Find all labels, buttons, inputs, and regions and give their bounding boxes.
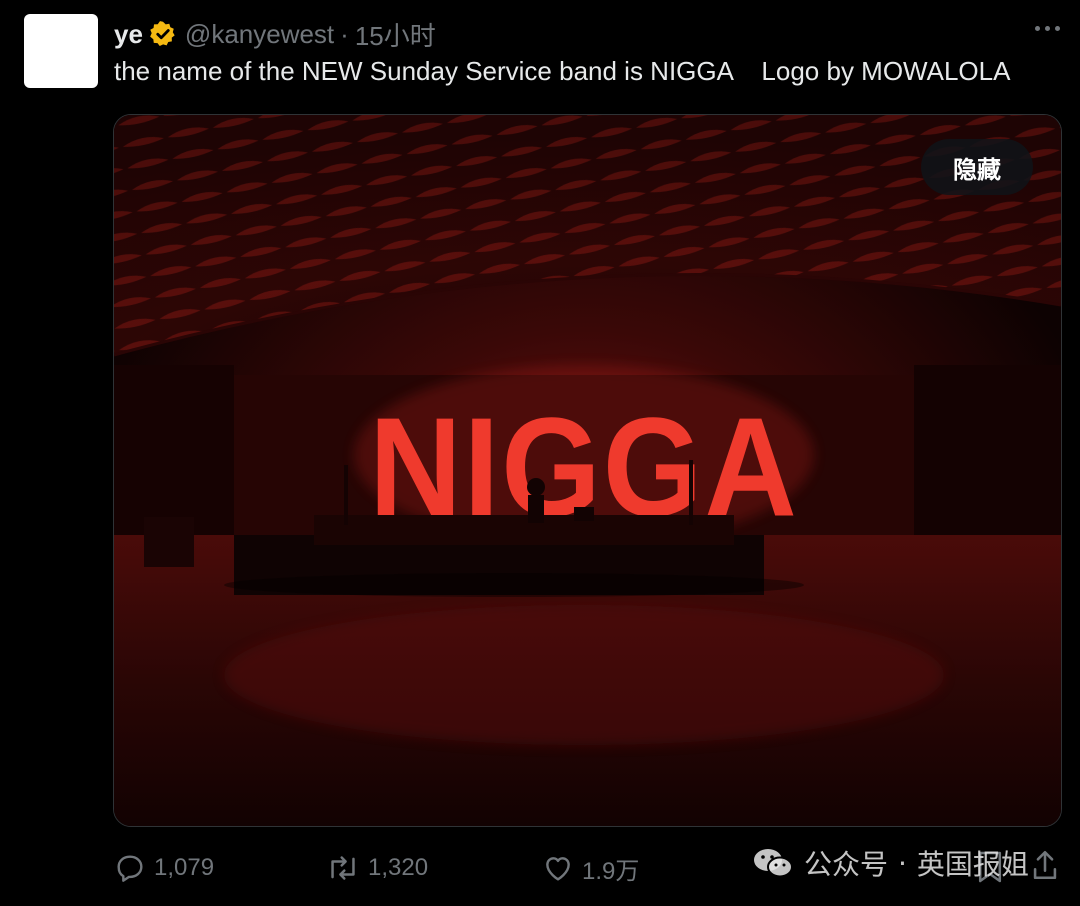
header-separator: · xyxy=(340,18,349,49)
tweet-timestamp[interactable]: 15小时 xyxy=(355,16,436,53)
watermark-separator: · xyxy=(898,846,907,880)
author-handle[interactable]: @kanyewest xyxy=(185,19,334,50)
watermark-account: 英国报姐 xyxy=(916,848,1029,881)
retweet-icon xyxy=(331,856,355,880)
like-count: 1.9万 xyxy=(582,857,640,885)
author-name[interactable]: ye xyxy=(114,19,143,50)
share-icon[interactable] xyxy=(1030,848,1060,887)
heart-icon xyxy=(546,857,570,881)
retweet-count: 1,320 xyxy=(368,854,429,881)
retweet-button[interactable]: 1,320 xyxy=(326,846,428,890)
reply-button[interactable]: 1,079 xyxy=(114,846,214,890)
reply-count: 1,079 xyxy=(154,854,215,881)
wechat-watermark: 公众号 · 英国报姐 xyxy=(752,843,1029,883)
tweet-text: the name of the NEW Sunday Service band … xyxy=(114,56,1011,86)
tweet-header: ye @kanyewest · 15小时 xyxy=(114,16,436,52)
hide-media-button[interactable]: 隐藏 xyxy=(921,139,1033,195)
like-button[interactable]: 1.9万 xyxy=(542,846,639,890)
avatar[interactable] xyxy=(24,14,98,88)
wechat-icon xyxy=(754,849,793,878)
watermark-label: 公众号 xyxy=(804,848,889,881)
tweet-media[interactable]: NIGGA 隐藏 xyxy=(113,114,1062,827)
media-photo: NIGGA xyxy=(114,115,1061,826)
verified-badge-icon xyxy=(149,20,177,48)
reply-icon xyxy=(117,855,143,882)
more-options-icon[interactable] xyxy=(1035,26,1060,31)
